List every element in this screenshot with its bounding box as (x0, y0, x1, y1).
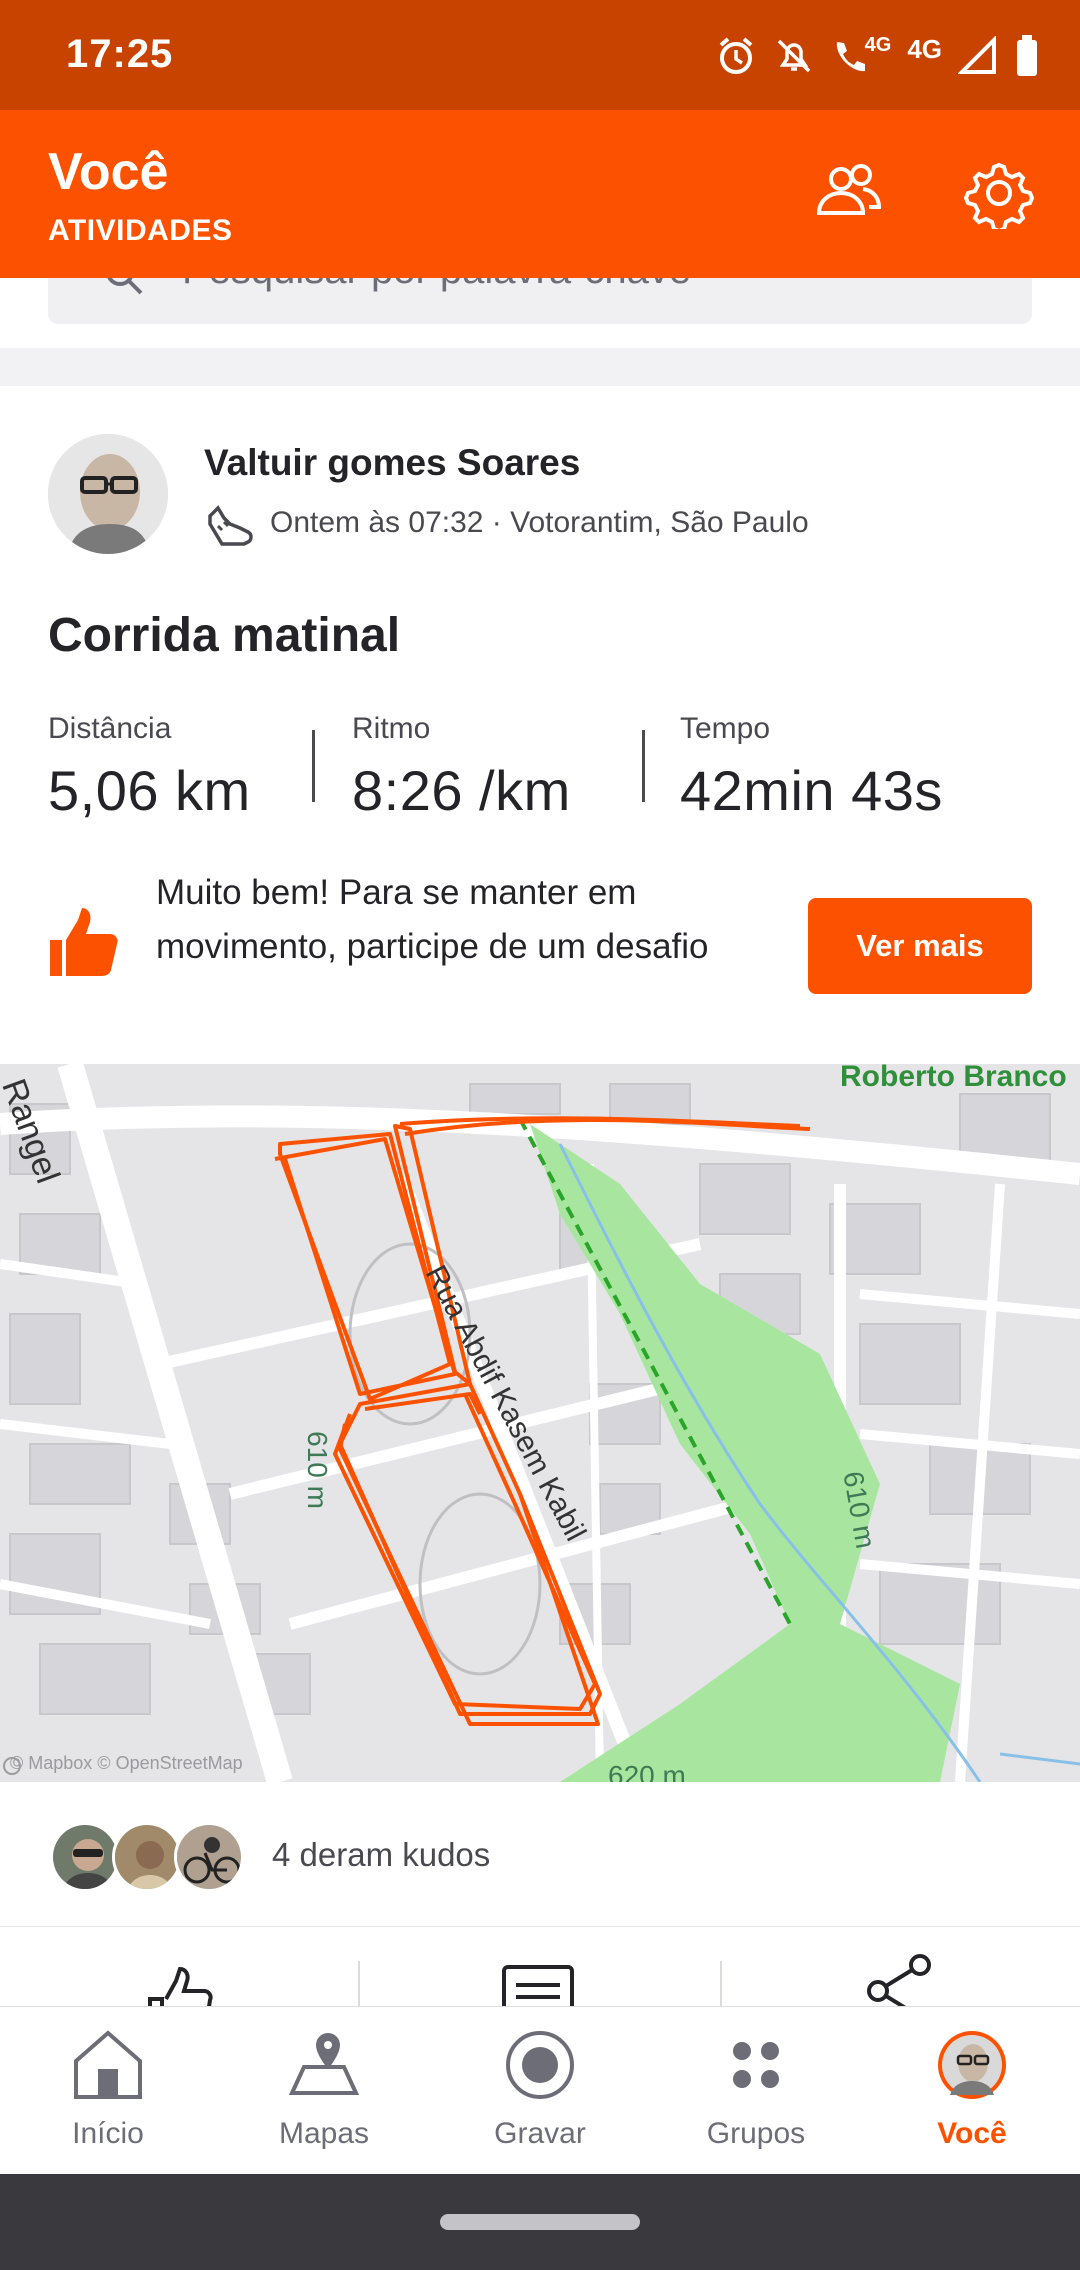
alarm-icon (715, 35, 757, 77)
friends-icon (811, 163, 883, 228)
search-input[interactable]: Pesquisar por palavra-chave (48, 278, 1032, 324)
comment-icon[interactable] (500, 1963, 576, 2006)
activity-title[interactable]: Corrida matinal (48, 608, 400, 663)
maps-icon (288, 2029, 360, 2101)
page-subtitle: ATIVIDADES (48, 214, 233, 247)
stat-distance: Distância 5,06 km (48, 712, 251, 823)
bottom-nav: Início Mapas Gravar Grupos Você (0, 2006, 1080, 2174)
stat-label: Ritmo (352, 712, 431, 745)
system-nav-bar (0, 2174, 1080, 2270)
nav-label: Gravar (494, 2117, 586, 2150)
action-bar (0, 1926, 1080, 2006)
stat-value: 8:26 /km (352, 759, 571, 822)
avatar (50, 1822, 120, 1892)
avatar[interactable] (48, 434, 168, 554)
activity-meta: Ontem às 07:32 · Votorantim, São Paulo (270, 506, 809, 539)
home-gesture-bar[interactable] (440, 2214, 640, 2230)
nav-label: Início (72, 2117, 144, 2150)
map-elevation-label: 620 m (608, 1760, 686, 1782)
athlete-name[interactable]: Valtuir gomes Soares (204, 442, 580, 484)
stat-time: Tempo 42min 43s (680, 712, 943, 823)
app-header: Você ATIVIDADES (0, 110, 1080, 278)
stat-divider (642, 730, 645, 802)
home-icon (72, 2029, 144, 2101)
settings-icon (963, 157, 1035, 234)
status-time: 17:25 (66, 32, 174, 76)
mute-icon (773, 35, 815, 77)
nav-item-maps[interactable]: Mapas (216, 2007, 432, 2175)
search-section: Pesquisar por palavra-chave (0, 278, 1080, 348)
nav-label: Grupos (706, 2117, 806, 2150)
groups-icon (720, 2029, 792, 2101)
wifi-call-icon: 4G (831, 34, 892, 76)
map-canvas (0, 1064, 1080, 1782)
thumbs-up-icon (48, 906, 120, 987)
nav-item-record[interactable]: Gravar (432, 2007, 648, 2175)
kudos-row[interactable]: 4 deram kudos (0, 1782, 1080, 1926)
feed-content[interactable]: Pesquisar por palavra-chave Valtuir gome… (0, 278, 1080, 2006)
stat-value: 42min 43s (680, 759, 943, 822)
status-bar: 17:25 4G 4G (0, 0, 1080, 110)
share-icon[interactable] (862, 1951, 938, 2006)
nav-label: Você (937, 2117, 1007, 2150)
nav-item-home[interactable]: Início (0, 2007, 216, 2175)
profile-avatar-icon (936, 2029, 1008, 2101)
map-credit[interactable]: © Mapbox © OpenStreetMap (10, 1753, 243, 1774)
battery-icon (1014, 34, 1040, 78)
stat-label: Tempo (680, 712, 771, 745)
status-icons: 4G 4G (715, 28, 1040, 84)
network-label: 4G (864, 34, 892, 56)
kudos-icon[interactable] (140, 1963, 220, 2006)
route-map[interactable]: Roberto Branco Rangel Rua Abdif Kasem Ka… (0, 1064, 1080, 1782)
nav-label: Mapas (278, 2117, 370, 2150)
map-label: Roberto Branco (840, 1064, 1067, 1093)
signal-icon (958, 36, 998, 76)
stat-label: Distância (48, 712, 172, 745)
network-label: 4G (907, 33, 942, 64)
promo-text: Muito bem! Para se manter em movimento, … (156, 873, 709, 966)
search-icon (102, 278, 146, 303)
map-elevation-label: 610 m (301, 1431, 333, 1509)
stat-pace: Ritmo 8:26 /km (352, 712, 571, 823)
activity-card[interactable]: Valtuir gomes Soares Ontem às 07:32 · Vo… (0, 386, 1080, 2006)
stat-value: 5,06 km (48, 759, 251, 822)
action-divider (358, 1961, 360, 2006)
settings-button[interactable] (954, 150, 1044, 240)
see-more-button[interactable]: Ver mais (808, 898, 1032, 994)
page-title: Você (48, 143, 169, 201)
action-divider (720, 1961, 722, 2006)
running-shoe-icon (204, 502, 254, 557)
friends-button[interactable] (802, 150, 892, 240)
kudos-count[interactable]: 4 deram kudos (272, 1836, 490, 1874)
search-placeholder: Pesquisar por palavra-chave (182, 278, 691, 293)
stat-divider (312, 730, 315, 802)
avatar (174, 1822, 244, 1892)
avatar (112, 1822, 182, 1892)
nav-item-groups[interactable]: Grupos (648, 2007, 864, 2175)
nav-item-profile[interactable]: Você (864, 2007, 1080, 2175)
record-icon (504, 2029, 576, 2101)
